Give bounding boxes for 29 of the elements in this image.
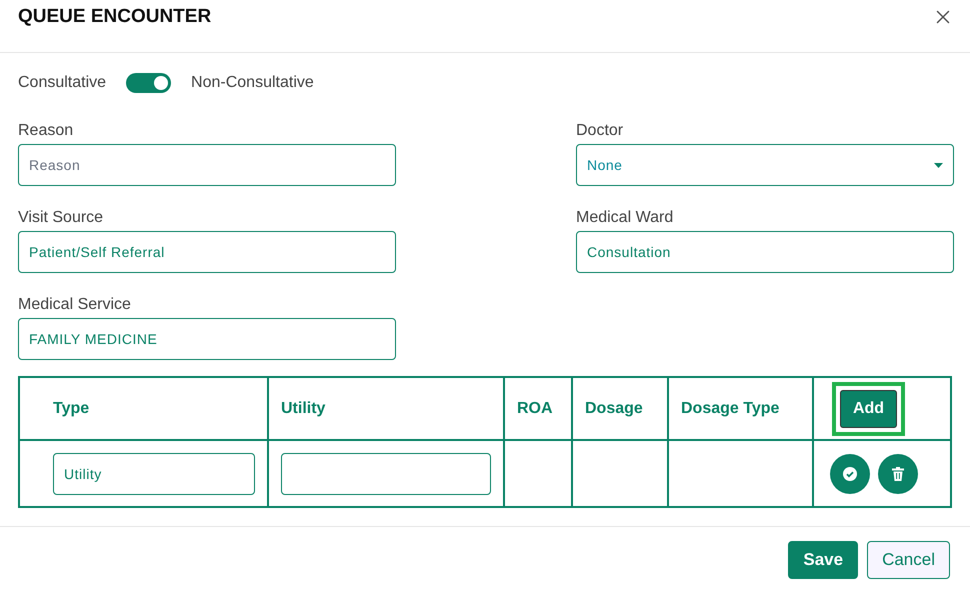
trash-icon [892,466,904,480]
column-header: Dosage [572,377,668,440]
save-button[interactable]: Save [788,541,858,579]
input-field[interactable]: Reason [18,144,396,186]
column-header: Dosage Type [668,377,813,440]
field-label: Medical Service [18,295,132,314]
toggle-label: Non-Consultative [191,74,314,92]
input-field[interactable]: Consultation [576,231,954,273]
input-field[interactable] [281,452,491,494]
delete-button[interactable] [878,454,918,494]
dialog-title: QUEUE ENCOUNTER [18,6,212,28]
select-field[interactable]: None [576,144,954,186]
field-label: Medical Ward [576,208,674,227]
confirm-button[interactable] [830,454,870,494]
toggle-label: Consultative [18,74,106,92]
field-label: Visit Source [18,208,104,227]
toggle-switch[interactable] [126,73,172,93]
input-field[interactable]: FAMILY MEDICINE [18,318,396,360]
input-field[interactable]: Patient/Self Referral [18,231,396,273]
input-field[interactable]: Utility [53,452,255,494]
field-label: Reason [18,121,74,140]
check-circle-icon [843,466,857,480]
cancel-button[interactable]: Cancel [867,541,950,579]
field-label: Doctor [576,121,624,140]
column-header: ROA [504,377,572,440]
column-header: Type [19,377,268,440]
add-button[interactable]: Add [840,390,897,428]
caret-icon [934,162,943,168]
column-header: Utility [268,377,504,440]
